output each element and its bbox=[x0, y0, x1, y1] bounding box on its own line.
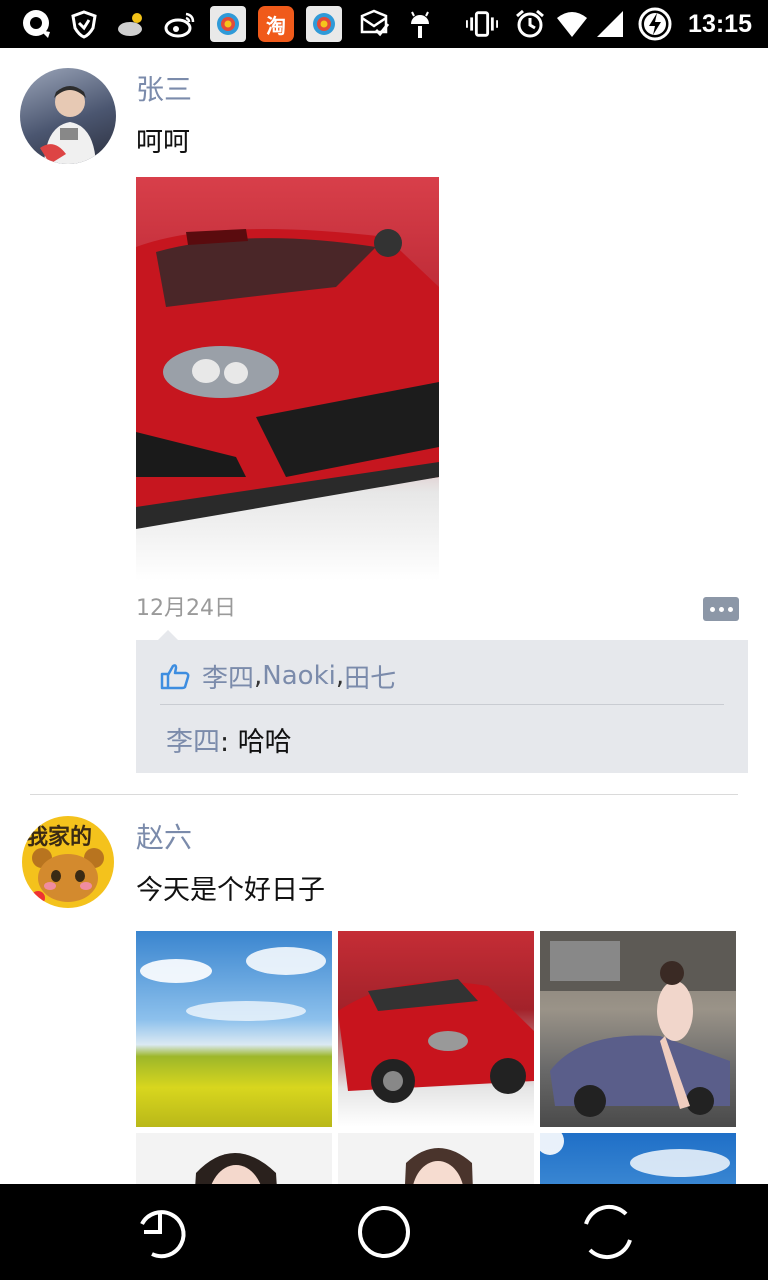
grid-image-sky-flower-field[interactable] bbox=[136, 931, 332, 1127]
like-separator: , bbox=[335, 661, 345, 691]
back-button[interactable] bbox=[130, 1202, 190, 1262]
comment-text: 哈哈 bbox=[237, 727, 292, 758]
status-time: 13:15 bbox=[688, 10, 752, 38]
like-separator: , bbox=[254, 661, 263, 691]
taobao-icon: 淘 bbox=[258, 6, 294, 42]
post-image-red-sports-car[interactable] bbox=[136, 177, 439, 581]
navigation-bar bbox=[0, 1184, 768, 1280]
like-user-lisi[interactable]: 李四 bbox=[202, 658, 254, 695]
grid-image-portrait-woman[interactable] bbox=[136, 1133, 332, 1184]
comment-item[interactable]: 李四: 哈哈 bbox=[166, 720, 292, 759]
post-author-name[interactable]: 赵六 bbox=[136, 816, 192, 856]
android-debug-icon bbox=[404, 8, 436, 40]
likes-row: 李四 , Naoki , 田七 bbox=[160, 658, 396, 694]
post-author-name[interactable]: 张三 bbox=[136, 68, 192, 108]
app-screen: 淘 13:15 张三 呵呵 12月24日 李四 , Naoki , 田七 李四:… bbox=[0, 0, 768, 1280]
cloud-sync-icon bbox=[20, 8, 52, 40]
grid-image-red-sports-car[interactable] bbox=[338, 931, 534, 1127]
home-icon bbox=[354, 1202, 414, 1262]
likes-comments-divider bbox=[160, 704, 724, 705]
email-icon bbox=[358, 8, 390, 40]
post-divider bbox=[30, 794, 738, 795]
more-actions-button[interactable] bbox=[703, 597, 739, 621]
post-text: 呵呵 bbox=[136, 127, 190, 158]
grid-image-portrait-woman-smiling[interactable] bbox=[338, 1133, 534, 1184]
like-user-naoki[interactable]: Naoki bbox=[262, 661, 336, 691]
recents-button[interactable] bbox=[578, 1202, 638, 1262]
grid-image-blue-sky[interactable] bbox=[540, 1133, 736, 1184]
cell-signal-icon bbox=[594, 8, 626, 40]
recents-icon bbox=[578, 1202, 638, 1262]
likes-comments-box: 李四 , Naoki , 田七 李四: 哈哈 bbox=[136, 630, 748, 773]
back-icon bbox=[130, 1202, 190, 1262]
home-button[interactable] bbox=[354, 1202, 414, 1262]
wifi-icon bbox=[556, 8, 588, 40]
shield-vpn-icon bbox=[68, 8, 100, 40]
weather-icon bbox=[116, 8, 148, 40]
app-launcher-icon-2 bbox=[306, 6, 342, 42]
post-timestamp: 12月24日 bbox=[136, 596, 236, 621]
battery-charging-icon bbox=[638, 7, 672, 41]
app-launcher-icon bbox=[210, 6, 246, 42]
grid-image-model-with-car[interactable] bbox=[540, 931, 736, 1127]
moments-feed[interactable]: 张三 呵呵 12月24日 李四 , Naoki , 田七 李四: 哈哈 我家的 … bbox=[0, 48, 768, 1184]
comment-author[interactable]: 李四 bbox=[166, 727, 220, 758]
status-bar: 淘 13:15 bbox=[0, 0, 768, 48]
taobao-label: 淘 bbox=[266, 13, 286, 38]
avatar-text: 我家的 bbox=[26, 824, 92, 850]
like-user-tianqi[interactable]: 田七 bbox=[344, 658, 396, 695]
thumbs-up-icon bbox=[160, 662, 190, 690]
vibrate-icon bbox=[466, 8, 498, 40]
alarm-icon bbox=[514, 8, 546, 40]
comment-separator: : bbox=[220, 727, 238, 758]
avatar-zhaoliu[interactable]: 我家的 bbox=[22, 816, 114, 908]
avatar-zhangsan[interactable] bbox=[20, 68, 116, 164]
weibo-icon bbox=[164, 8, 196, 40]
post-text: 今天是个好日子 bbox=[136, 875, 325, 906]
